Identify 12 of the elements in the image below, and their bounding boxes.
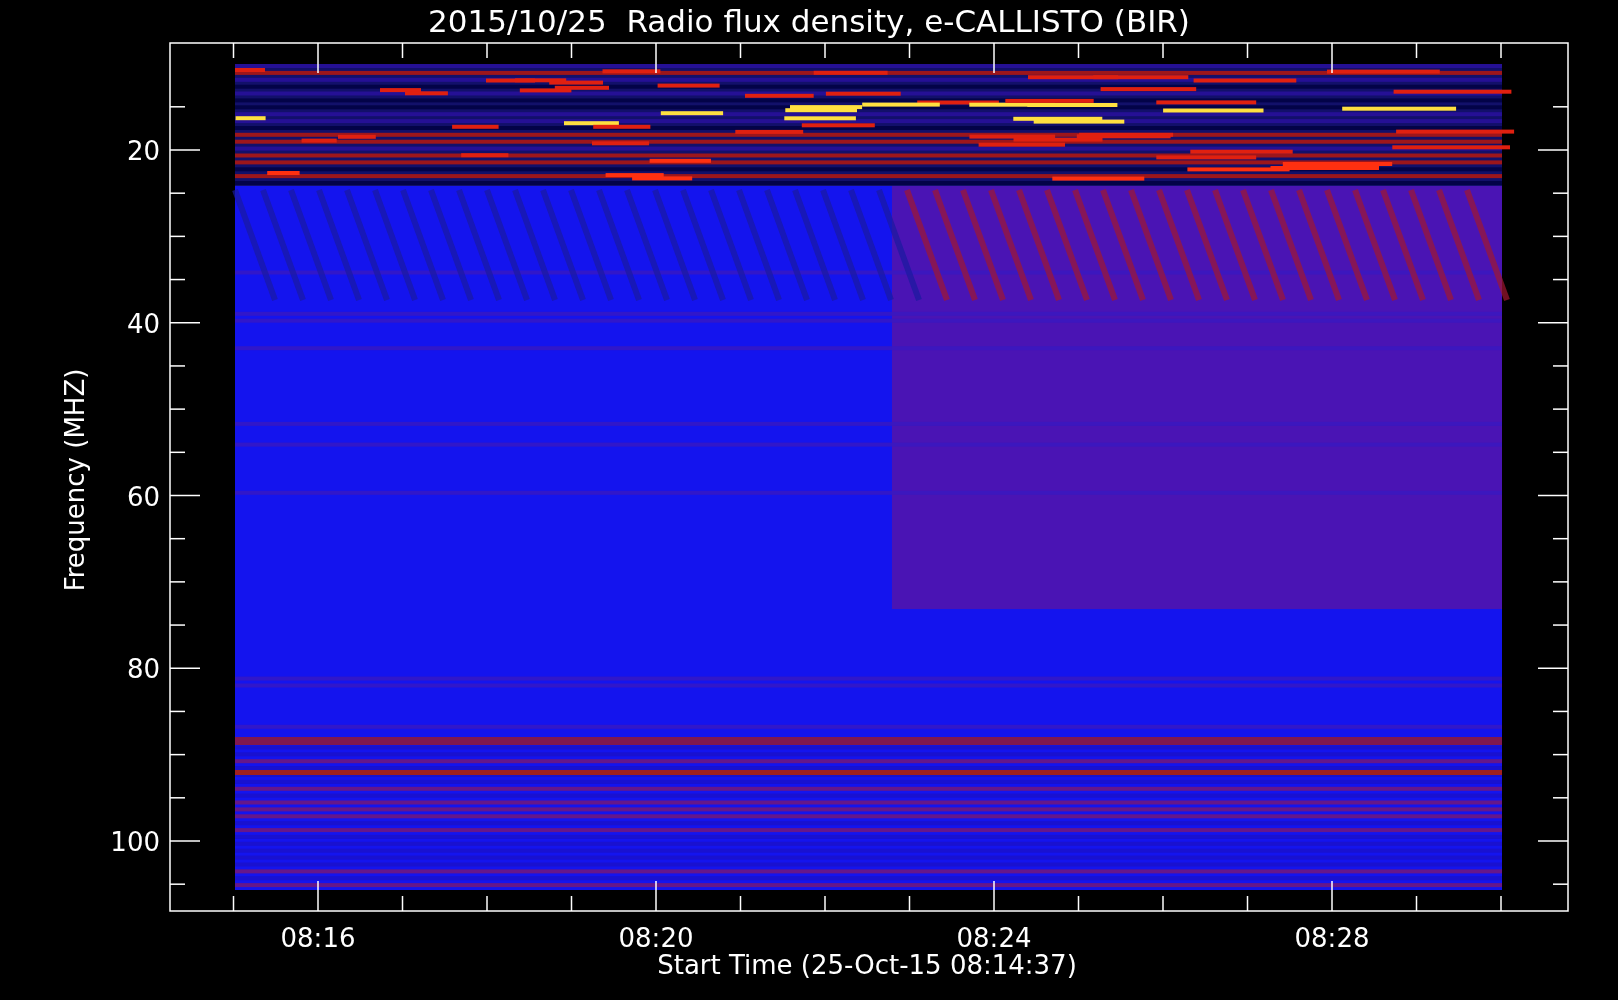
x-axis-label: Start Time (25-Oct-15 08:14:37)	[657, 950, 1077, 980]
y-tick-label: 100	[110, 827, 160, 857]
x-tick-label: 08:28	[1294, 923, 1370, 953]
y-tick-label: 20	[126, 136, 160, 166]
y-tick-label: 60	[126, 481, 160, 512]
x-tick-label: 08:20	[618, 923, 694, 953]
x-tick-label: 08:24	[956, 923, 1032, 953]
chart-title: 2015/10/25 Radio flux density, e-CALLISTO (BIR)	[428, 3, 1190, 39]
y-tick-label: 80	[126, 654, 160, 685]
y-tick-label: 40	[126, 308, 160, 339]
y-axis-label: Frequency (MHZ)	[60, 368, 90, 592]
x-tick-label: 08:16	[280, 923, 356, 953]
